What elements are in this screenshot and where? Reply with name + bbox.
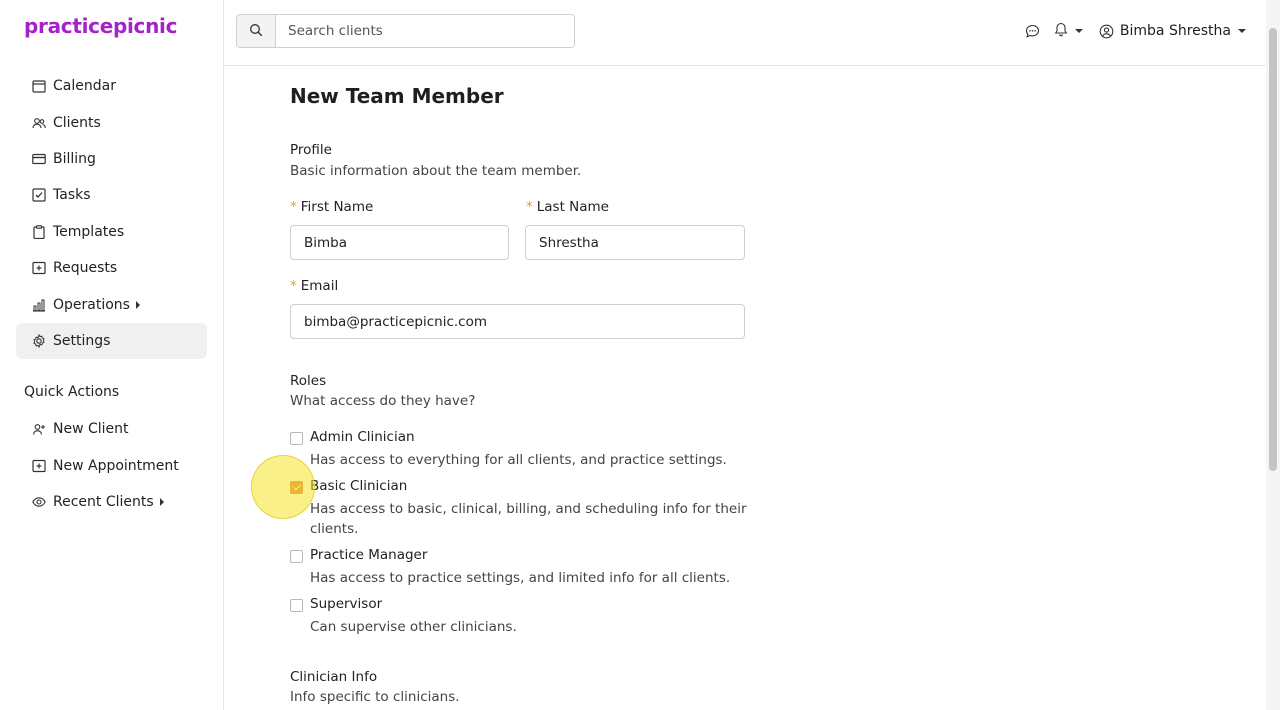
quick-action-new-client[interactable]: New Client [16, 411, 207, 447]
role-description: Has access to everything for all clients… [310, 452, 727, 468]
role-checkbox[interactable] [290, 599, 303, 612]
calendar-icon [32, 79, 46, 93]
sidebar-item-calendar[interactable]: Calendar [16, 68, 207, 104]
role-description: Has access to basic, clinical, billing, … [310, 501, 747, 537]
search-button[interactable] [237, 15, 276, 47]
sidebar-item-templates[interactable]: Templates [16, 214, 207, 250]
notifications-menu[interactable] [1054, 22, 1083, 41]
sidebar-item-billing[interactable]: Billing [16, 141, 207, 177]
bar-chart-icon [32, 298, 46, 312]
page-title: New Team Member [290, 84, 504, 108]
search-icon [249, 22, 263, 41]
checkbox-icon [32, 188, 46, 202]
clipboard-icon [32, 225, 46, 239]
user-menu[interactable]: Bimba Shrestha [1099, 23, 1246, 39]
chevron-down-icon [1238, 29, 1246, 33]
clinician-info-section-subtitle: Info specific to clinicians. [290, 689, 460, 705]
sidebar-item-label: Templates [53, 223, 125, 240]
sidebar-item-requests[interactable]: Requests [16, 250, 207, 286]
app-logo[interactable]: practicepicnic [24, 14, 177, 38]
quick-action-label: New Client [53, 421, 129, 438]
role-checkbox[interactable] [290, 432, 303, 445]
top-bar: Bimba Shrestha [224, 0, 1266, 66]
caret-right-icon [159, 497, 164, 506]
role-name: Admin Clinician [310, 429, 415, 445]
plus-square-icon [32, 261, 46, 275]
profile-section-title: Profile [290, 142, 332, 158]
role-name: Basic Clinician [310, 478, 408, 494]
chat-icon[interactable] [1025, 24, 1040, 39]
plus-square-icon [32, 459, 46, 473]
user-name: Bimba Shrestha [1119, 23, 1231, 39]
quick-action-recent-clients[interactable]: Recent Clients [16, 484, 207, 520]
sidebar: practicepicnic Calendar Clients Billing … [0, 0, 224, 710]
role-checkbox[interactable] [290, 550, 303, 563]
sidebar-item-label: Tasks [53, 187, 91, 204]
role-name: Supervisor [310, 596, 383, 612]
first-name-label: * First Name [290, 199, 374, 215]
role-checkbox[interactable] [290, 481, 303, 494]
sidebar-item-label: Clients [53, 114, 101, 131]
last-name-field[interactable] [525, 225, 745, 260]
required-marker: * [526, 199, 533, 215]
quick-actions: New Client New Appointment Recent Client… [16, 411, 207, 520]
role-description: Has access to practice settings, and lim… [310, 570, 731, 586]
quick-actions-title: Quick Actions [24, 384, 120, 400]
bell-icon [1054, 22, 1068, 41]
quick-action-label: Recent Clients [53, 493, 154, 510]
role-description: Can supervise other clinicians. [310, 619, 517, 635]
sidebar-item-label: Requests [53, 260, 118, 277]
gear-icon [32, 333, 46, 348]
credit-card-icon [32, 152, 46, 166]
caret-right-icon [135, 300, 140, 309]
email-label: * Email [290, 278, 339, 294]
sidebar-item-tasks[interactable]: Tasks [16, 177, 207, 213]
user-circle-icon [1099, 24, 1114, 39]
sidebar-item-label: Billing [53, 150, 96, 167]
eye-icon [32, 495, 46, 509]
click-highlight [251, 455, 315, 519]
user-plus-icon [32, 422, 46, 436]
roles-section-subtitle: What access do they have? [290, 393, 476, 409]
quick-action-label: New Appointment [53, 457, 179, 474]
sidebar-item-settings[interactable]: Settings [16, 322, 207, 360]
required-marker: * [290, 278, 297, 294]
users-icon [32, 116, 46, 130]
sidebar-item-label: Settings [53, 332, 111, 349]
email-field[interactable] [290, 304, 745, 339]
quick-action-new-appointment[interactable]: New Appointment [16, 447, 207, 483]
topbar-actions: Bimba Shrestha [1025, 20, 1246, 42]
required-marker: * [290, 199, 297, 215]
first-name-field[interactable] [290, 225, 509, 260]
scrollbar-thumb[interactable] [1269, 28, 1277, 471]
search-box [236, 14, 575, 48]
sidebar-nav: Calendar Clients Billing Tasks Templates… [16, 68, 207, 360]
sidebar-item-label: Calendar [53, 78, 116, 95]
role-name: Practice Manager [310, 547, 428, 563]
roles-section-title: Roles [290, 373, 327, 389]
page-scrollbar[interactable] [1266, 0, 1280, 710]
clinician-info-section-title: Clinician Info [290, 669, 378, 685]
sidebar-item-clients[interactable]: Clients [16, 104, 207, 140]
profile-section-subtitle: Basic information about the team member. [290, 163, 582, 179]
last-name-label: * Last Name [526, 199, 609, 215]
sidebar-item-label: Operations [53, 296, 130, 313]
search-input[interactable] [276, 15, 574, 47]
sidebar-item-operations[interactable]: Operations [16, 286, 207, 322]
chevron-down-icon [1074, 29, 1083, 33]
